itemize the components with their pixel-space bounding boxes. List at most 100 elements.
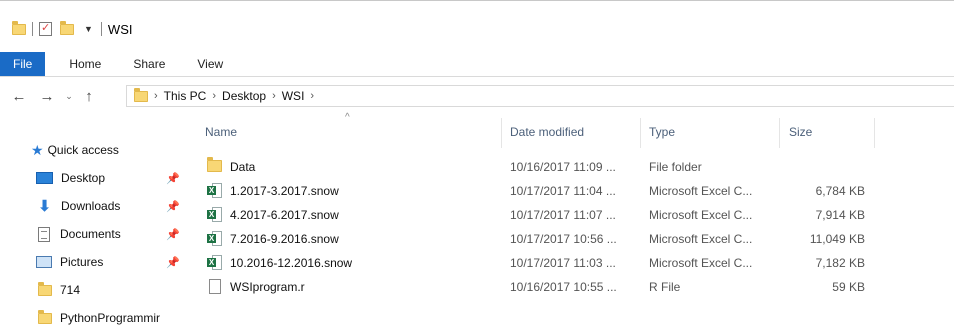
breadcrumb-separator-icon[interactable]: › (212, 90, 216, 102)
window-top-edge (0, 0, 954, 9)
folder-icon (207, 157, 222, 175)
pin-icon[interactable]: 📌 (166, 200, 180, 213)
forward-arrow-icon[interactable]: → (36, 88, 58, 105)
documents-icon (38, 226, 50, 242)
column-header-name[interactable]: ^ Name (200, 110, 500, 150)
toolbar-divider (32, 22, 33, 36)
folder-icon (38, 281, 52, 296)
file-date-modified: 10/17/2017 11:03 ... (510, 256, 616, 270)
file-type: File folder (649, 160, 702, 174)
column-header-label: Name (205, 125, 238, 139)
pin-icon[interactable]: 📌 (166, 256, 180, 269)
file-size: 59 KB (832, 280, 865, 294)
file-row[interactable]: X 10.2016-12.2016.snow 10/17/2017 11:03 … (200, 251, 880, 275)
sidebar-item-downloads[interactable]: ⬇ Downloads (36, 194, 120, 218)
folder-icon (134, 87, 148, 102)
column-header-date-modified[interactable]: Date modified (502, 110, 640, 150)
pin-icon[interactable]: 📌 (166, 228, 180, 241)
file-type: Microsoft Excel C... (649, 184, 753, 198)
file-name: 10.2016-12.2016.snow (230, 256, 353, 270)
breadcrumb-separator-icon[interactable]: › (154, 90, 158, 102)
sidebar-item-label: Documents (60, 227, 121, 241)
sort-ascending-icon: ^ (345, 112, 350, 123)
folder-icon[interactable] (12, 20, 26, 35)
sidebar-item-pictures[interactable]: Pictures (36, 250, 103, 274)
file-row[interactable]: WSIprogram.r 10/16/2017 10:55 ... R File… (200, 275, 880, 299)
sidebar-item-label: Quick access (47, 143, 119, 157)
sidebar-item-714[interactable]: 714 (38, 278, 80, 302)
file-icon (209, 279, 221, 297)
address-bar[interactable]: › This PC › Desktop › WSI › (126, 85, 954, 107)
file-name: 7.2016-9.2016.snow (230, 232, 339, 246)
file-type: Microsoft Excel C... (649, 208, 753, 222)
file-name: WSIprogram.r (230, 280, 305, 294)
file-date-modified: 10/16/2017 10:55 ... (510, 280, 617, 294)
back-arrow-icon[interactable]: ← (8, 88, 30, 105)
downloads-icon: ⬇ (38, 198, 51, 215)
sidebar-item-pythonprogramming[interactable]: PythonProgrammir (38, 306, 160, 330)
up-arrow-icon[interactable]: ↑ (78, 88, 100, 105)
file-row[interactable]: X 4.2017-6.2017.snow 10/17/2017 11:07 ..… (200, 203, 880, 227)
file-row-data[interactable]: Data 10/16/2017 11:09 ... File folder (200, 155, 880, 179)
column-header-label: Type (649, 125, 676, 139)
tab-view[interactable]: View (183, 52, 237, 76)
column-header-label: Date modified (510, 125, 585, 139)
navigation-bar: ← → ⌄ ↑ › This PC › Desktop › WSI › (0, 82, 954, 110)
title-bar: ▼ WSI (0, 14, 954, 44)
breadcrumb-desktop[interactable]: Desktop (222, 89, 266, 103)
file-date-modified: 10/17/2017 11:04 ... (510, 184, 616, 198)
sidebar-item-label: Desktop (61, 171, 106, 185)
excel-csv-icon: X (207, 207, 222, 225)
sidebar-item-label: Downloads (61, 199, 121, 213)
column-header-label: Size (789, 125, 813, 139)
file-date-modified: 10/16/2017 11:09 ... (510, 160, 616, 174)
sidebar-item-documents[interactable]: Documents (36, 222, 121, 246)
sidebar-item-label: 714 (60, 283, 81, 297)
file-date-modified: 10/17/2017 11:07 ... (510, 208, 616, 222)
file-size: 7,914 KB (815, 208, 865, 222)
customize-toolbar-dropdown-icon[interactable]: ▼ (84, 24, 93, 34)
star-icon: ★ (31, 141, 44, 158)
file-date-modified: 10/17/2017 10:56 ... (510, 232, 617, 246)
file-size: 11,049 KB (809, 232, 865, 246)
breadcrumb-separator-icon[interactable]: › (310, 90, 314, 102)
breadcrumb-separator-icon[interactable]: › (272, 90, 276, 102)
excel-csv-icon: X (207, 231, 222, 249)
breadcrumb-this-pc[interactable]: This PC (164, 89, 207, 103)
sidebar-item-label: PythonProgrammir (60, 311, 161, 325)
tab-file[interactable]: File (0, 52, 46, 76)
excel-csv-icon: X (207, 255, 222, 273)
folder-icon (38, 309, 52, 324)
file-row[interactable]: X 1.2017-3.2017.snow 10/17/2017 11:04 ..… (200, 179, 880, 203)
pictures-icon (36, 256, 52, 268)
file-size: 6,784 KB (815, 184, 865, 198)
window-title: WSI (107, 21, 133, 37)
column-header-type[interactable]: Type (641, 110, 779, 150)
file-size: 7,182 KB (815, 256, 865, 270)
sidebar-item-quick-access[interactable]: ★ Quick access (0, 138, 119, 162)
navigation-pane: ★ Quick access Desktop 📌 ⬇ Downloads 📌 D… (0, 138, 190, 326)
toolbar-divider (100, 22, 102, 36)
column-header-size[interactable]: Size (780, 110, 874, 150)
file-name: 1.2017-3.2017.snow (230, 184, 339, 198)
properties-icon[interactable] (39, 21, 52, 36)
recent-locations-chevron-icon[interactable]: ⌄ (62, 91, 76, 102)
sidebar-item-desktop[interactable]: Desktop (36, 166, 105, 190)
ribbon-tabs: File Home Share View (0, 52, 954, 77)
file-type: Microsoft Excel C... (649, 256, 753, 270)
sidebar-item-label: Pictures (60, 255, 104, 269)
breadcrumb-wsi[interactable]: WSI (282, 89, 305, 103)
file-type: R File (649, 280, 681, 294)
file-name: Data (230, 160, 256, 174)
tab-share[interactable]: Share (119, 52, 179, 76)
column-divider[interactable] (874, 118, 875, 148)
new-folder-icon[interactable] (60, 20, 74, 35)
file-name: 4.2017-6.2017.snow (230, 208, 339, 222)
desktop-icon (36, 172, 53, 184)
file-type: Microsoft Excel C... (649, 232, 753, 246)
file-row[interactable]: X 7.2016-9.2016.snow 10/17/2017 10:56 ..… (200, 227, 880, 251)
excel-csv-icon: X (207, 183, 222, 201)
quick-access-toolbar: ▼ WSI (12, 20, 133, 37)
tab-home[interactable]: Home (55, 52, 115, 76)
pin-icon[interactable]: 📌 (166, 172, 180, 185)
